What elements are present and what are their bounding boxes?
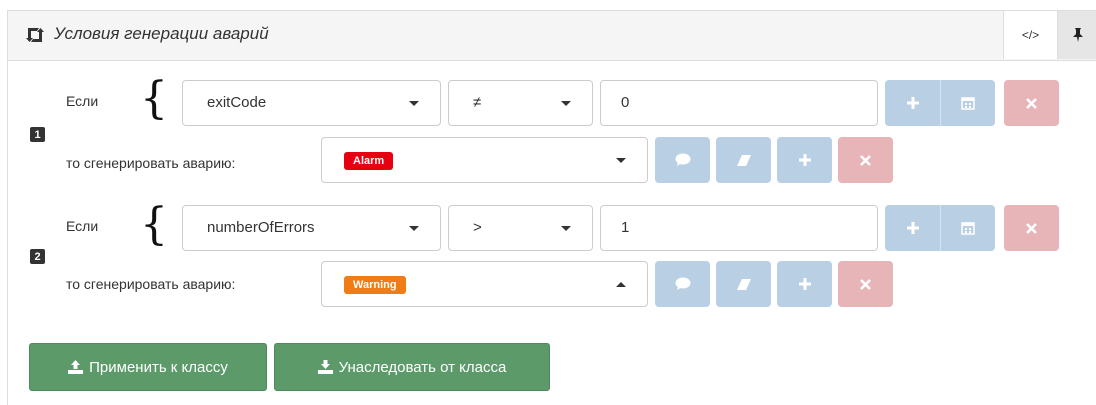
code-icon: </>: [1021, 28, 1040, 42]
then-label: то сгенерировать аварию:: [66, 276, 236, 292]
caret-down-icon: [409, 226, 419, 231]
apply-to-class-button[interactable]: Применить к классу: [29, 343, 267, 391]
download-icon: [317, 360, 333, 374]
caret-up-icon: [616, 282, 626, 287]
plus-icon: [798, 154, 811, 166]
alarm-select[interactable]: Warning: [321, 261, 648, 307]
add-condition-button[interactable]: [885, 205, 940, 251]
alarm-tag: Alarm: [344, 152, 394, 170]
eraser-icon: [736, 154, 751, 166]
field-select-value: numberOfErrors: [207, 219, 315, 236]
rule-number-badge: 2: [30, 249, 45, 264]
caret-down-icon: [616, 158, 626, 163]
caret-down-icon: [409, 101, 419, 106]
calendar-icon: [961, 222, 975, 235]
alarm-select[interactable]: Alarm: [321, 137, 648, 183]
caret-down-icon: [561, 226, 571, 231]
eraser-button[interactable]: [716, 137, 771, 183]
eraser-button[interactable]: [716, 261, 771, 307]
plus-icon: [906, 97, 919, 109]
calendar-button[interactable]: [940, 80, 995, 126]
times-icon: [860, 154, 871, 166]
calendar-icon: [961, 97, 975, 110]
brace-glyph: {: [140, 199, 168, 250]
caret-down-icon: [561, 101, 571, 106]
add-condition-button[interactable]: [885, 80, 940, 126]
remove-alarm-button[interactable]: [838, 137, 893, 183]
add-alarm-button[interactable]: [777, 261, 832, 307]
operator-select[interactable]: >: [448, 205, 593, 251]
plus-icon: [906, 222, 919, 234]
remove-condition-button[interactable]: [1004, 205, 1059, 251]
times-icon: [1026, 97, 1037, 109]
if-label: Если: [66, 93, 99, 109]
calendar-button[interactable]: [940, 205, 995, 251]
panel-header: Условия генерации аварий </>: [8, 11, 1096, 61]
field-select-value: exitCode: [207, 94, 267, 111]
pin-icon: [1072, 28, 1083, 42]
retweet-icon: [26, 28, 44, 42]
value-input-text: 1: [621, 219, 630, 236]
comment-icon: [675, 277, 690, 290]
value-input[interactable]: 0: [600, 80, 878, 126]
comment-button[interactable]: [655, 137, 710, 183]
then-label: то сгенерировать аварию:: [66, 155, 236, 171]
remove-alarm-button[interactable]: [838, 261, 893, 307]
remove-condition-button[interactable]: [1004, 80, 1059, 126]
times-icon: [860, 278, 871, 290]
inherit-from-class-label: Унаследовать от класса: [338, 358, 507, 376]
inherit-from-class-button[interactable]: Унаследовать от класса: [274, 343, 550, 391]
comment-button[interactable]: [655, 261, 710, 307]
add-alarm-button[interactable]: [777, 137, 832, 183]
code-button[interactable]: </>: [1003, 11, 1057, 59]
upload-icon: [68, 360, 84, 374]
field-select[interactable]: numberOfErrors: [182, 205, 441, 251]
comment-icon: [675, 153, 690, 166]
rule-number-badge: 1: [30, 127, 45, 142]
times-icon: [1026, 222, 1037, 234]
warning-tag: Warning: [344, 276, 406, 294]
if-label: Если: [66, 218, 99, 234]
value-input[interactable]: 1: [600, 205, 878, 251]
operator-select[interactable]: ≠: [448, 80, 593, 126]
operator-select-value: ≠: [473, 94, 482, 111]
value-input-text: 0: [621, 94, 630, 111]
operator-select-value: >: [473, 219, 482, 236]
plus-icon: [798, 278, 811, 290]
eraser-icon: [736, 278, 751, 290]
apply-to-class-label: Применить к классу: [89, 358, 228, 376]
brace-glyph: {: [140, 73, 168, 124]
panel-title: Условия генерации аварий: [54, 24, 269, 43]
field-select[interactable]: exitCode: [182, 80, 441, 126]
pin-button[interactable]: [1057, 11, 1096, 59]
